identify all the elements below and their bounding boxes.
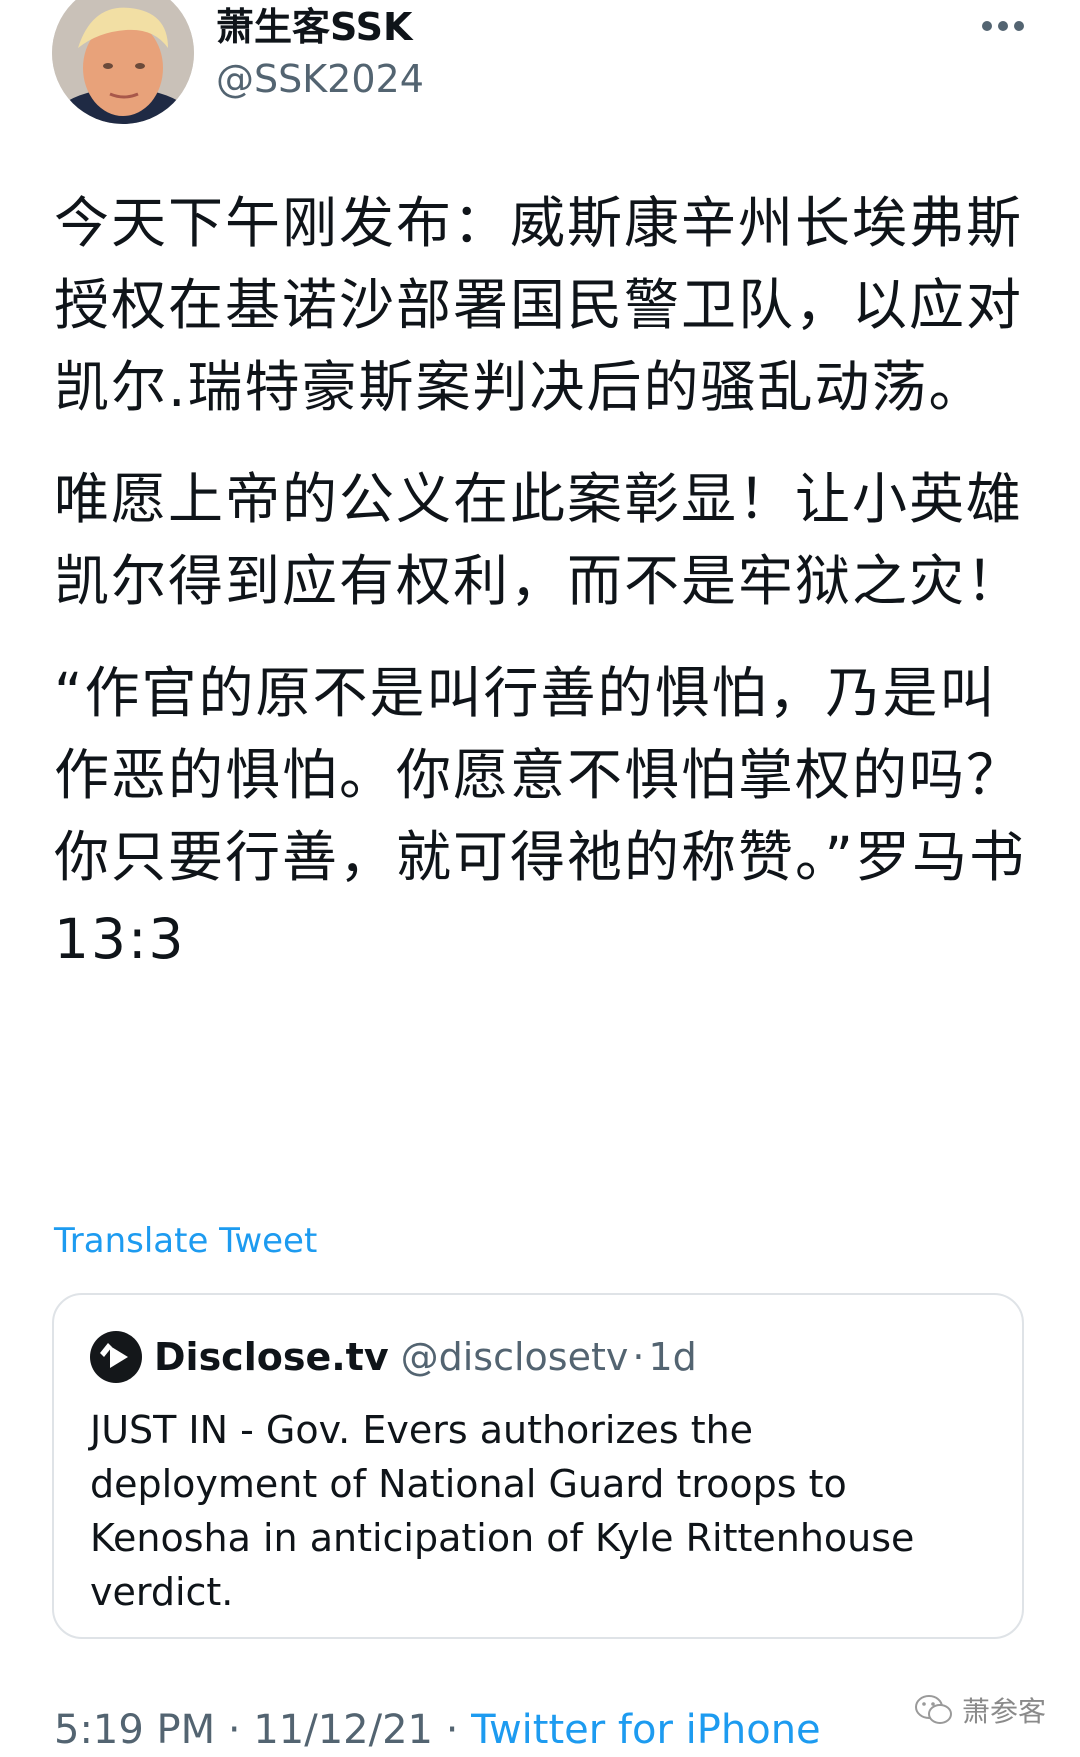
tweet-body: 今天下午刚发布：威斯康辛州长埃弗斯授权在基诺沙部署国民警卫队，以应对凯尔.瑞特豪… — [54, 182, 1034, 980]
meta-separator: · — [215, 1707, 254, 1753]
author-handle[interactable]: @SSK2024 — [216, 54, 424, 104]
author-display-name[interactable]: 萧生客SSK — [216, 2, 412, 52]
quoted-tweet-header: Disclose.tv @disclosetv · 1d — [90, 1331, 697, 1383]
tweet-meta: 5:19 PM · 11/12/21 · Twitter for iPhone — [54, 1704, 821, 1756]
quoted-author-handle[interactable]: @disclosetv — [401, 1335, 629, 1379]
tweet-date: 11/12/21 — [253, 1707, 433, 1753]
watermark-text: 萧参客 — [962, 1695, 1047, 1728]
tweet-paragraph: “作官的原不是叫行善的惧怕，乃是叫作恶的惧怕。你愿意不惧怕掌权的吗？你只要行善，… — [54, 661, 1026, 971]
ellipsis-icon[interactable] — [978, 14, 1028, 38]
tweet-time: 5:19 PM — [54, 1707, 216, 1753]
avatar[interactable] — [52, 0, 194, 124]
play-logo-icon — [90, 1331, 142, 1383]
quoted-tweet-text: JUST IN - Gov. Evers authorizes the depl… — [90, 1408, 915, 1614]
translate-tweet-link[interactable]: Translate Tweet — [54, 1218, 317, 1264]
quoted-tweet-card[interactable]: Disclose.tv @disclosetv · 1d JUST IN - G… — [52, 1293, 1024, 1639]
watermark: 萧参客 — [914, 1690, 1046, 1730]
quoted-author-name[interactable]: Disclose.tv — [154, 1335, 389, 1379]
tweet-paragraph: 唯愿上帝的公义在此案彰显！让小英雄凯尔得到应有权利，而不是牢狱之灾！ — [54, 467, 1024, 613]
tweet-source-link[interactable]: Twitter for iPhone — [471, 1707, 821, 1753]
quoted-timestamp: 1d — [648, 1335, 697, 1379]
meta-separator: · — [432, 1707, 472, 1753]
tweet-paragraph: 今天下午刚发布：威斯康辛州长埃弗斯授权在基诺沙部署国民警卫队，以应对凯尔.瑞特豪… — [54, 191, 1024, 419]
quoted-separator: · — [632, 1335, 645, 1379]
wechat-icon — [915, 1695, 952, 1724]
